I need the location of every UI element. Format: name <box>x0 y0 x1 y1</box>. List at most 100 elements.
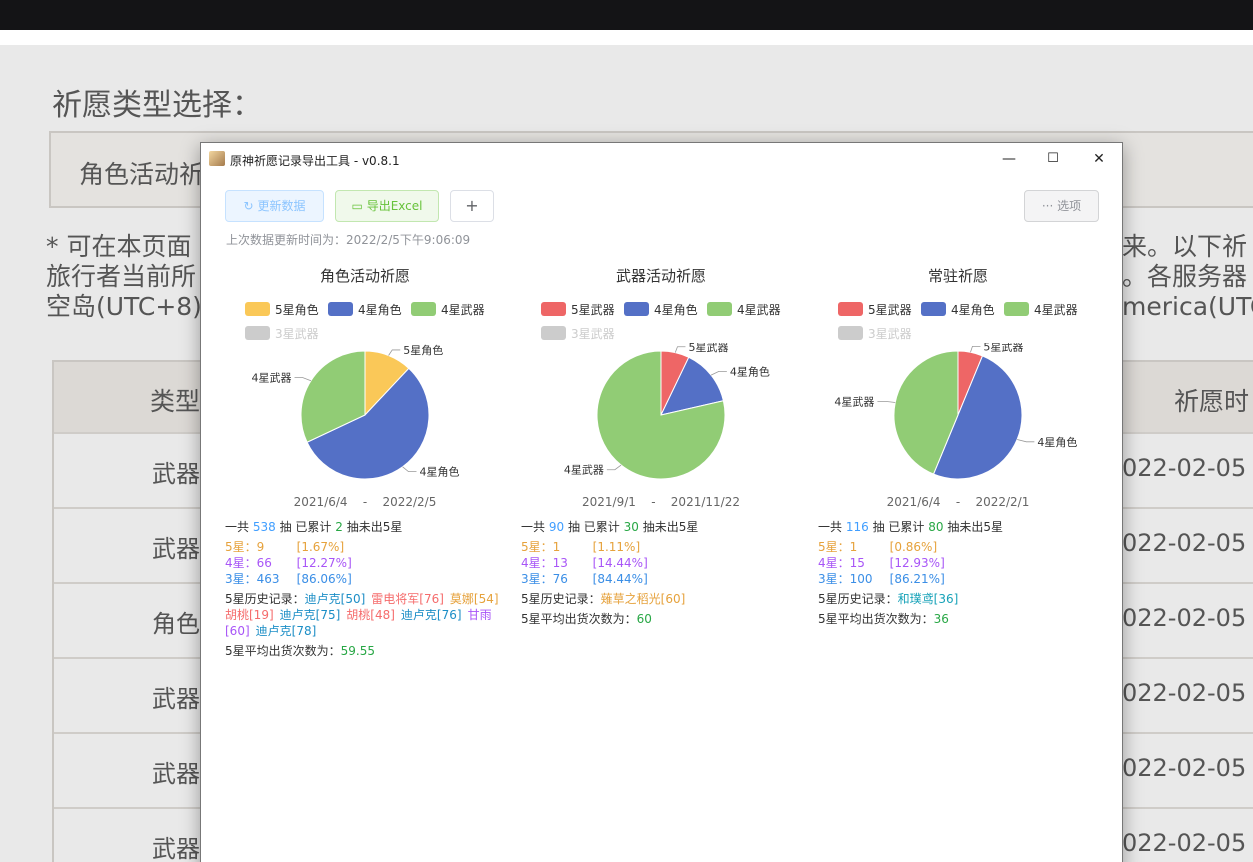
legend-item[interactable]: 5星武器 <box>838 301 912 318</box>
star-label: 3星： <box>521 572 553 586</box>
date-start: 2021/9/1 <box>582 495 636 509</box>
window-title: 原神祈愿记录导出工具 - v0.8.1 <box>230 154 400 168</box>
star-count: 463 <box>256 572 280 586</box>
pie-slice-label: 4星角色 <box>419 465 459 479</box>
date-range: 2021/6/4 - 2022/2/1 <box>818 495 1098 509</box>
star-label: 4星： <box>225 556 257 570</box>
pie-slice-label: 5星武器 <box>688 343 728 354</box>
legend-label: 5星角色 <box>275 303 319 317</box>
legend-item[interactable]: 4星角色 <box>624 301 698 318</box>
title-bar[interactable]: 原神祈愿记录导出工具 - v0.8.1 — ☐ ✕ <box>201 143 1122 175</box>
panel-standard: 常驻祈愿 5星武器 4星角色 4星武器 3星武器 5星武器 4星角色 4星武器 2021/6/4… <box>818 263 1114 663</box>
legend-label: 4星角色 <box>654 303 698 317</box>
row-type: 武器 <box>152 460 200 488</box>
legend-item[interactable]: 3星武器 <box>838 325 912 342</box>
pie-slice-label: 4星角色 <box>730 364 770 378</box>
date-separator: - <box>362 495 368 509</box>
history-item: 薙草之稻光[60] <box>600 592 686 606</box>
average-value: 36 <box>933 612 949 626</box>
legend-swatch <box>411 302 436 316</box>
pie-label-line <box>970 345 981 353</box>
info-note-right-line: 来。以下祈 <box>1122 232 1248 261</box>
pie-chart[interactable]: 5星角色 4星角色 4星武器 <box>225 343 505 493</box>
history-item: 莫娜[54] <box>449 592 499 606</box>
legend-item[interactable]: 4星角色 <box>921 301 995 318</box>
maximize-button[interactable]: ☐ <box>1031 147 1075 171</box>
refresh-data-button[interactable]: ↻ 更新数据 <box>225 190 324 222</box>
date-end: 2022/2/5 <box>382 495 437 509</box>
legend-item[interactable]: 4星角色 <box>328 301 402 318</box>
history-item: 雷电将军[76] <box>371 592 444 606</box>
legend-item[interactable]: 3星武器 <box>245 325 319 342</box>
column-time: 祈愿时 <box>1174 387 1250 416</box>
row-time: 022-02-05 0 <box>1122 754 1253 782</box>
legend-swatch <box>921 302 946 316</box>
legend-swatch <box>707 302 732 316</box>
top-strip <box>0 30 1253 45</box>
total-mid: 抽 已累计 <box>567 520 620 534</box>
date-start: 2021/6/4 <box>886 495 941 509</box>
pie-label-line <box>388 349 401 356</box>
export-excel-button[interactable]: ▭ 导出Excel <box>335 190 439 222</box>
legend-label: 4星武器 <box>1034 303 1078 317</box>
legend-item[interactable]: 4星武器 <box>411 301 485 318</box>
star-percent: [0.86%] <box>889 540 938 554</box>
legend-label: 4星武器 <box>441 303 485 317</box>
folder-icon: ▭ <box>351 199 363 213</box>
date-end: 2022/2/1 <box>975 495 1030 509</box>
legend-item[interactable]: 3星武器 <box>541 325 615 342</box>
five-star-history: 5星历史记录：迪卢克[50] 雷电将军[76] 莫娜[54] 胡桃[19] 迪卢克[75… <box>225 591 505 659</box>
pity-count: 30 <box>623 520 639 534</box>
history-item: 迪卢克[76] <box>400 608 462 622</box>
star-stat-s3: 3星：76 [84.44%] <box>521 571 648 587</box>
minimize-button[interactable]: — <box>987 147 1031 171</box>
star-percent: [1.11%] <box>592 540 641 554</box>
star-stat-s4: 4星：13 [14.44%] <box>521 555 648 571</box>
star-stat-s4: 4星：66 [12.27%] <box>225 555 352 571</box>
panel-title: 角色活动祈愿 <box>319 267 410 285</box>
legend-item[interactable]: 5星武器 <box>541 301 615 318</box>
export-excel-label: 导出Excel <box>366 199 423 213</box>
legend-label: 4星武器 <box>737 303 781 317</box>
pie-label-line <box>1017 439 1035 443</box>
legend-item[interactable]: 4星武器 <box>1004 301 1078 318</box>
options-button[interactable]: ··· 选项 <box>1024 190 1099 222</box>
pie-label-line <box>710 370 727 376</box>
star-stat-s3: 3星：100 [86.21%] <box>818 571 945 587</box>
date-range: 2021/6/4 - 2022/2/5 <box>225 495 505 509</box>
pie-chart[interactable]: 5星武器4星角色4星武器 <box>521 343 801 493</box>
star-count: 66 <box>256 556 272 570</box>
pie-chart[interactable]: 5星武器4星角色4星武器 <box>818 343 1098 493</box>
average-label: 5星平均出货次数为： <box>521 612 637 626</box>
star-count: 9 <box>256 540 265 554</box>
average-line: 5星平均出货次数为：59.55 <box>225 643 505 659</box>
legend-item[interactable]: 5星角色 <box>245 301 319 318</box>
legend-label: 3星武器 <box>571 327 615 341</box>
add-button[interactable]: + <box>450 190 494 222</box>
history-item: 和璞鸢[36] <box>897 592 959 606</box>
star-count: 15 <box>849 556 865 570</box>
star-count: 1 <box>552 540 561 554</box>
five-star-history: 5星历史记录：和璞鸢[36] 5星平均出货次数为：36 <box>818 591 1098 627</box>
legend-item[interactable]: 4星武器 <box>707 301 781 318</box>
total-suffix: 抽未出5星 <box>947 520 1003 534</box>
star-count: 13 <box>552 556 568 570</box>
star-count: 100 <box>849 572 873 586</box>
history-item: 迪卢克[78] <box>255 624 317 638</box>
wish-type-select-value: 角色活动祈 <box>79 160 205 189</box>
star-stat-s5: 5星：1 [1.11%] <box>521 539 640 555</box>
close-button[interactable]: ✕ <box>1077 147 1121 171</box>
total-suffix: 抽未出5星 <box>642 520 699 534</box>
legend-swatch <box>245 326 270 340</box>
total-mid: 抽 已累计 <box>872 520 925 534</box>
star-label: 5星： <box>818 540 850 554</box>
star-stat-s5: 5星：1 [0.86%] <box>818 539 937 555</box>
pie-slice-label: 4星武器 <box>252 371 292 384</box>
pie-slice-label: 5星角色 <box>403 343 443 357</box>
history-item: 迪卢克[50] <box>304 592 366 606</box>
star-label: 4星： <box>521 556 553 570</box>
last-updated-text: 上次数据更新时间为：2022/2/5下午9:06:09 <box>226 233 471 247</box>
average-value: 59.55 <box>340 644 375 658</box>
app-icon <box>209 151 225 166</box>
total-mid: 抽 已累计 <box>279 520 332 534</box>
